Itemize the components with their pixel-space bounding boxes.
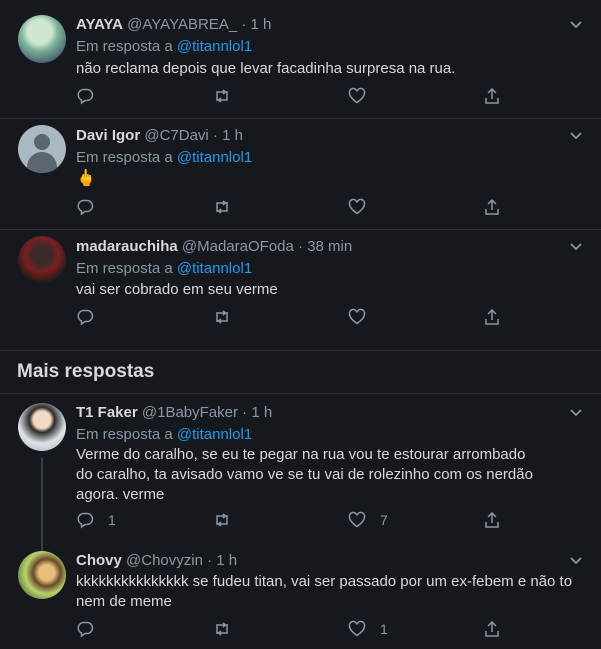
tweet-text: Verme do caralho, se eu te pegar na rua … — [76, 446, 533, 503]
retweet-icon — [216, 310, 228, 324]
tweet-header: Chovy @Chovyzin · 1 h — [76, 552, 238, 569]
like-icon — [348, 87, 366, 104]
retweet-icon — [216, 513, 228, 527]
retweet-button[interactable] — [213, 511, 231, 529]
timestamp[interactable]: 38 min — [307, 238, 352, 255]
tweet[interactable]: Davi Igor @C7Davi · 1 h Em resposta a @t… — [0, 118, 601, 230]
display-name[interactable]: madarauchiha — [76, 238, 178, 255]
retweet-button[interactable] — [213, 198, 231, 216]
display-name[interactable]: AYAYA — [76, 16, 123, 33]
tweet-actions: 1 — [76, 620, 506, 642]
like-icon — [348, 511, 366, 528]
reply-count: 1 — [108, 512, 116, 528]
display-name[interactable]: Chovy — [76, 552, 122, 569]
tweet-header: madarauchiha @MadaraOFoda · 38 min — [76, 238, 353, 255]
caret-down-icon[interactable] — [569, 240, 583, 254]
user-handle[interactable]: @Chovyzin — [126, 552, 203, 569]
reply-context: Em resposta a @titannlol1 — [76, 426, 253, 443]
user-handle[interactable]: @AYAYABREA_ — [127, 16, 237, 33]
like-button[interactable] — [348, 308, 380, 326]
tweet[interactable]: madarauchiha @MadaraOFoda · 38 min Em re… — [0, 229, 601, 349]
share-button[interactable] — [483, 511, 501, 529]
section-title: Mais respostas — [17, 361, 155, 382]
caret-down-icon[interactable] — [569, 18, 583, 32]
display-name[interactable]: T1 Faker — [76, 404, 138, 421]
more-replies-header: Mais respostas — [0, 350, 601, 394]
reply-to-link[interactable]: @titannlol1 — [177, 149, 252, 166]
tweet-text: não reclama depois que levar facadinha s… — [76, 60, 456, 77]
reply-icon — [77, 512, 94, 529]
retweet-icon — [216, 89, 228, 103]
share-button[interactable] — [483, 308, 501, 326]
reply-button[interactable] — [76, 87, 108, 105]
like-button[interactable] — [348, 87, 380, 105]
reply-button[interactable] — [76, 198, 108, 216]
share-icon — [485, 620, 499, 637]
like-count: 1 — [380, 621, 388, 637]
like-button[interactable] — [348, 198, 380, 216]
share-button[interactable] — [483, 620, 501, 638]
tweet-header: AYAYA @AYAYABREA_ · 1 h — [76, 16, 272, 33]
timestamp[interactable]: 1 h — [251, 404, 272, 421]
reply-to-link[interactable]: @titannlol1 — [177, 426, 252, 443]
tweet-actions — [76, 198, 506, 220]
reply-icon — [77, 309, 94, 326]
timestamp[interactable]: 1 h — [251, 16, 272, 33]
avatar[interactable] — [18, 403, 66, 451]
reply-context: Em resposta a @titannlol1 — [76, 149, 253, 166]
tweet[interactable]: Chovy @Chovyzin · 1 h kkkkkkkkkkkkkkk se… — [0, 542, 601, 649]
retweet-icon — [216, 622, 228, 636]
caret-down-icon[interactable] — [569, 406, 583, 420]
reply-context: Em resposta a @titannlol1 — [76, 260, 253, 277]
user-handle[interactable]: @C7Davi — [144, 127, 208, 144]
like-button[interactable]: 1 — [348, 620, 388, 638]
like-count: 7 — [380, 512, 388, 528]
reply-to-link[interactable]: @titannlol1 — [177, 260, 252, 277]
share-icon — [485, 308, 499, 325]
user-handle[interactable]: @1BabyFaker — [142, 404, 238, 421]
share-icon — [485, 198, 499, 215]
retweet-icon — [216, 200, 228, 214]
like-icon — [348, 198, 366, 215]
retweet-button[interactable] — [213, 620, 231, 638]
avatar[interactable] — [18, 236, 66, 284]
reply-icon — [77, 88, 94, 105]
tweet-actions: 1 7 — [76, 511, 506, 533]
tweet-text: vai ser cobrado em seu verme — [76, 281, 278, 298]
share-button[interactable] — [483, 198, 501, 216]
tweet-header: Davi Igor @C7Davi · 1 h — [76, 127, 243, 144]
reply-button[interactable] — [76, 620, 108, 638]
reply-button[interactable]: 1 — [76, 511, 116, 529]
tweet-text: 🖕 — [76, 170, 96, 187]
reply-to-link[interactable]: @titannlol1 — [177, 38, 252, 55]
caret-down-icon[interactable] — [569, 554, 583, 568]
tweet-text: kkkkkkkkkkkkkkk se fudeu titan, vai ser … — [76, 573, 573, 610]
reply-button[interactable] — [76, 308, 108, 326]
retweet-button[interactable] — [213, 308, 231, 326]
like-button[interactable]: 7 — [348, 511, 388, 529]
reply-context: Em resposta a @titannlol1 — [76, 38, 253, 55]
timestamp[interactable]: 1 h — [216, 552, 237, 569]
avatar[interactable] — [18, 125, 66, 173]
thread-connector — [41, 458, 43, 551]
avatar[interactable] — [18, 15, 66, 63]
tweet-actions — [76, 87, 506, 109]
user-handle[interactable]: @MadaraOFoda — [182, 238, 294, 255]
share-button[interactable] — [483, 87, 501, 105]
avatar[interactable] — [18, 551, 66, 599]
tweet[interactable]: AYAYA @AYAYABREA_ · 1 h Em resposta a @t… — [0, 0, 601, 119]
tweet-actions — [76, 308, 506, 330]
display-name[interactable]: Davi Igor — [76, 127, 140, 144]
timestamp[interactable]: 1 h — [222, 127, 243, 144]
tweet[interactable]: T1 Faker @1BabyFaker · 1 h Em resposta a… — [0, 393, 601, 542]
reply-icon — [77, 199, 94, 216]
share-icon — [485, 511, 499, 528]
caret-down-icon[interactable] — [569, 129, 583, 143]
like-icon — [348, 620, 366, 637]
tweet-header: T1 Faker @1BabyFaker · 1 h — [76, 404, 273, 421]
share-icon — [485, 87, 499, 104]
retweet-button[interactable] — [213, 87, 231, 105]
reply-icon — [77, 621, 94, 638]
like-icon — [348, 308, 366, 325]
